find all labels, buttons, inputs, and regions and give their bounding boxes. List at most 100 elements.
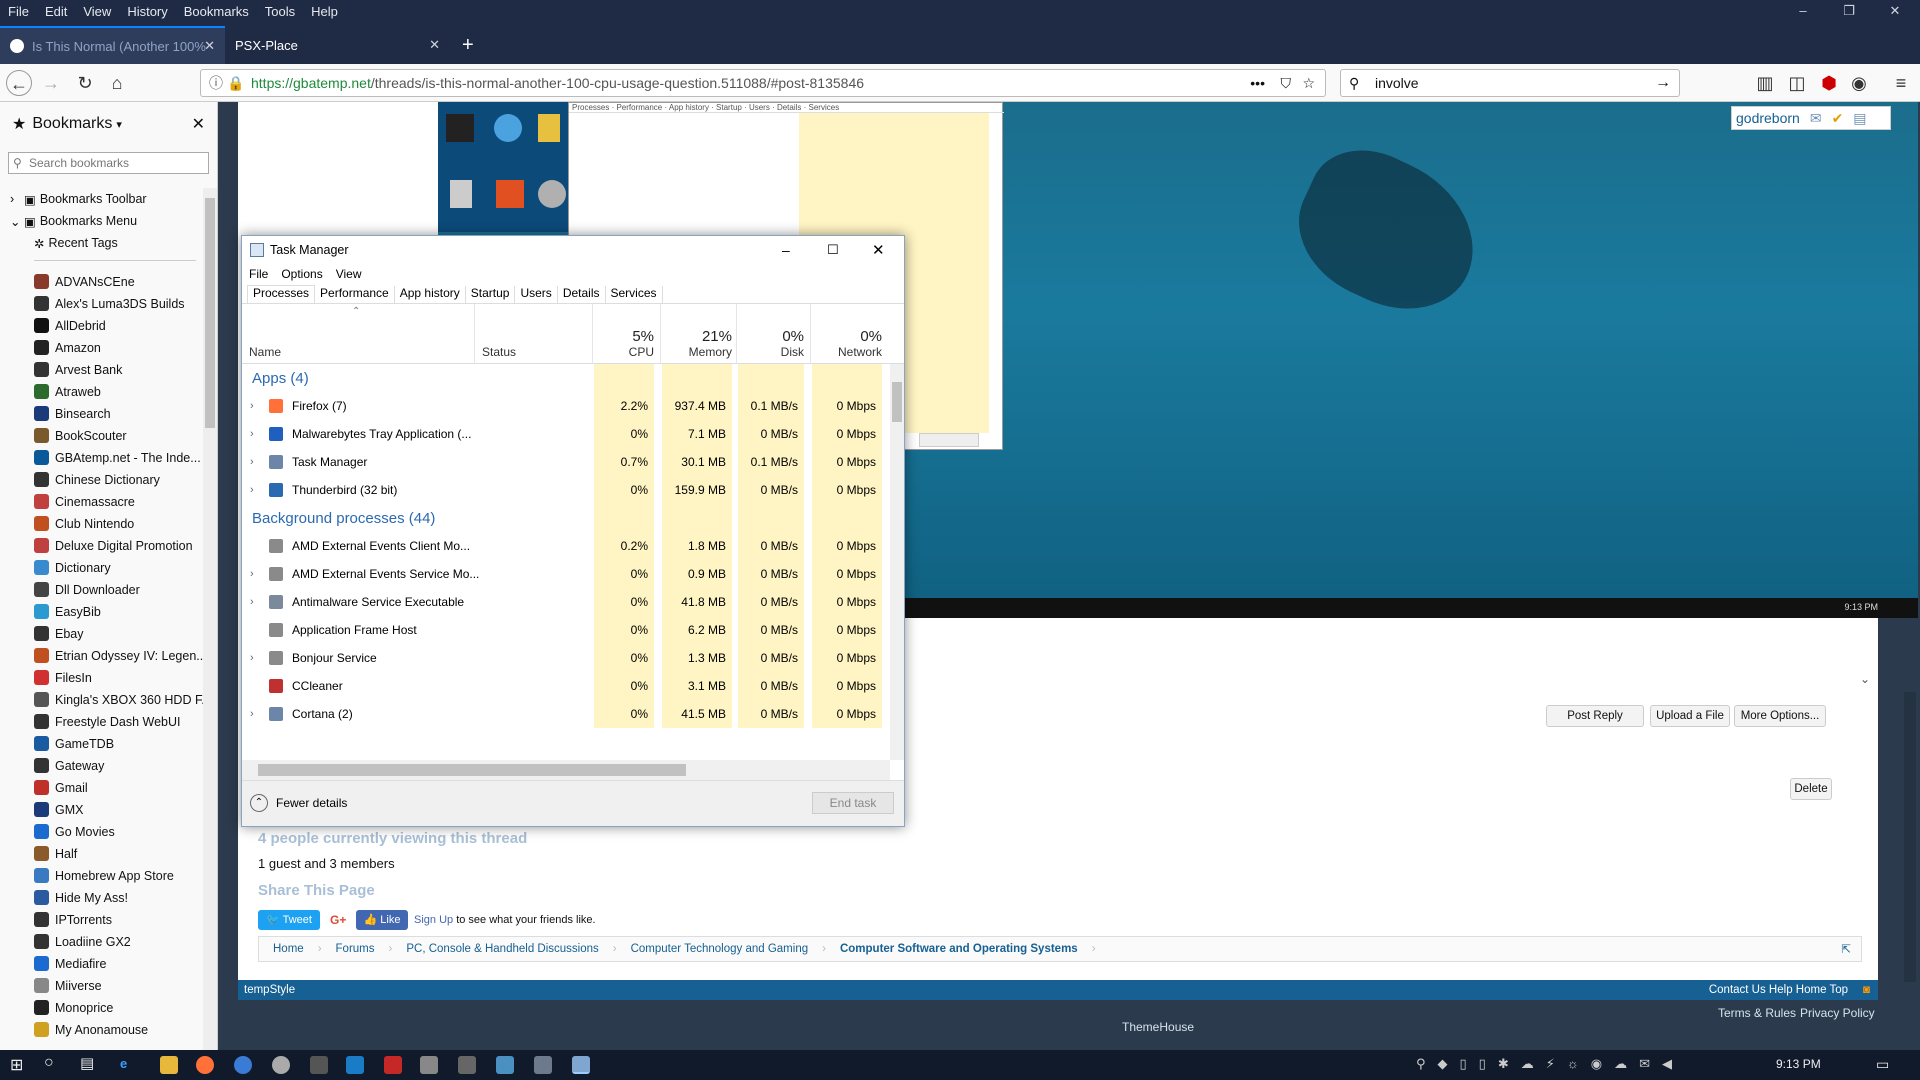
task-manager-taskbar-icon[interactable] (572, 1056, 590, 1074)
hamburger-menu-icon[interactable]: ≡ (1888, 70, 1914, 96)
process-row[interactable]: AMD External Events Client Mo... 0.2% 1.8 … (242, 532, 888, 560)
breadcrumb-software-os[interactable]: Computer Software and Operating Systems (826, 943, 1092, 955)
bookmark-item[interactable]: Gateway (0, 755, 204, 777)
tab-users[interactable]: Users (515, 286, 558, 303)
bookmark-item[interactable]: Gmail (0, 777, 204, 799)
style-chooser[interactable]: tempStyle (244, 984, 295, 996)
tab-services[interactable]: Services (606, 286, 663, 303)
vertical-scrollbar[interactable] (890, 364, 904, 760)
apps-group-header[interactable]: Apps (4) (242, 364, 888, 392)
forward-icon[interactable]: → (38, 70, 64, 96)
info-icon[interactable]: ⓘ (209, 73, 223, 93)
close-icon[interactable]: ✕ (1872, 0, 1918, 22)
chevron-right-icon[interactable]: › (250, 652, 254, 664)
reload-icon[interactable]: ↻ (72, 70, 98, 96)
tab-gbatemp[interactable]: Is This Normal (Another 100% ✕ (0, 26, 225, 64)
bookmark-item[interactable]: Etrian Odyssey IV: Legen... (0, 645, 204, 667)
bookmark-item[interactable]: Ebay (0, 623, 204, 645)
chevron-up-icon[interactable]: ⌃ (250, 794, 268, 812)
footer-links[interactable]: Contact Us Help Home Top (1709, 980, 1848, 1000)
menu-tools[interactable]: Tools (257, 4, 303, 19)
scroll-thumb[interactable] (892, 382, 902, 422)
scroll-thumb[interactable] (258, 764, 686, 776)
bookmark-item[interactable]: Club Nintendo (0, 513, 204, 535)
breadcrumb-home[interactable]: Home (259, 943, 318, 955)
process-row[interactable]: › Bonjour Service 0% 1.3 MB 0 MB/s 0 Mbps (242, 644, 888, 672)
folder-recent-tags[interactable]: ✲ Recent Tags (0, 232, 204, 254)
bookmark-item[interactable]: AllDebrid (0, 315, 204, 337)
windows-start-icon[interactable]: ⊞ (10, 1055, 23, 1075)
bookmark-item[interactable]: ADVANsCEne (0, 271, 204, 293)
bookmark-item[interactable]: Kingla's XBOX 360 HDD F... (0, 689, 204, 711)
menu-view[interactable]: View (336, 267, 362, 281)
desktop-icon[interactable] (534, 1056, 552, 1074)
breadcrumb-forums[interactable]: Forums (322, 943, 389, 955)
col-name[interactable]: Name (249, 345, 281, 359)
bookmark-item[interactable]: Binsearch (0, 403, 204, 425)
tab-processes[interactable]: Processes (247, 285, 316, 303)
process-row[interactable]: › Firefox (7) 2.2% 937.4 MB 0.1 MB/s 0 Mbps (242, 392, 888, 420)
thunderbird-icon[interactable] (234, 1056, 252, 1074)
bookmark-item[interactable]: Cinemassacre (0, 491, 204, 513)
task-manager-titlebar[interactable]: Task Manager – ☐ ✕ (242, 236, 904, 264)
close-icon[interactable]: ✕ (192, 114, 205, 134)
fewer-details-link[interactable]: Fewer details (276, 796, 347, 810)
bookmark-item[interactable]: Freestyle Dash WebUI (0, 711, 204, 733)
process-row[interactable]: › Task Manager 0.7% 30.1 MB 0.1 MB/s 0 Mbps (242, 448, 888, 476)
col-network[interactable]: Network (812, 345, 882, 359)
breadcrumb-pc-console[interactable]: PC, Console & Handheld Discussions (392, 943, 612, 955)
new-tab-button[interactable]: + (452, 26, 482, 64)
bookmark-item[interactable]: BookScouter (0, 425, 204, 447)
close-icon[interactable]: ✕ (429, 37, 440, 53)
folder-bookmarks-menu[interactable]: ⌄ ▣ Bookmarks Menu (0, 210, 204, 232)
chevron-right-icon[interactable]: › (250, 708, 254, 720)
menu-history[interactable]: History (119, 4, 175, 19)
google-plus-icon[interactable]: G+ (330, 910, 350, 930)
chevron-right-icon[interactable]: › (250, 400, 254, 412)
app-icon[interactable] (272, 1056, 290, 1074)
clock[interactable]: 9:13 PM (1776, 1057, 1821, 1071)
adblock-icon[interactable]: ⬢ (1816, 70, 1842, 96)
restore-icon[interactable]: ❐ (1826, 0, 1872, 22)
chevron-right-icon[interactable]: › (250, 484, 254, 496)
rss-icon[interactable]: ◙ (1863, 980, 1870, 1000)
bookmark-item[interactable]: Amazon (0, 337, 204, 359)
menu-edit[interactable]: Edit (37, 4, 75, 19)
bookmark-item[interactable]: Homebrew App Store (0, 865, 204, 887)
filezilla-icon[interactable] (384, 1056, 402, 1074)
bookmark-item[interactable]: GBAtemp.net - The Inde... (0, 447, 204, 469)
close-icon[interactable]: ✕ (872, 241, 885, 259)
bookmark-item[interactable]: Mediafire (0, 953, 204, 975)
firefox-icon[interactable] (196, 1056, 214, 1074)
bookmark-item[interactable]: Monoprice (0, 997, 204, 1019)
edge-icon[interactable]: e (120, 1056, 138, 1074)
breadcrumb-computer-tech[interactable]: Computer Technology and Gaming (617, 943, 823, 955)
menu-help[interactable]: Help (303, 4, 346, 19)
process-row[interactable]: › AMD External Events Service Mo... 0% 0.9 … (242, 560, 888, 588)
menu-file[interactable]: File (249, 267, 268, 281)
delete-button[interactable]: Delete (1790, 778, 1832, 800)
address-bar[interactable]: ⓘ 🔒 https://gbatemp.net/threads/is-this-… (200, 69, 1326, 97)
bookmark-item[interactable]: Go Movies (0, 821, 204, 843)
bookmark-item[interactable]: Hide My Ass! (0, 887, 204, 909)
user-box[interactable]: godreborn ✉ ✔ ▤ (1731, 106, 1891, 130)
pocket-icon[interactable]: ⛉ (1281, 75, 1292, 92)
bookmark-item[interactable]: GMX (0, 799, 204, 821)
menu-file[interactable]: File (0, 4, 37, 19)
bookmark-item[interactable]: Arvest Bank (0, 359, 204, 381)
tab-app-history[interactable]: App history (395, 286, 466, 303)
bookmark-item[interactable]: EasyBib (0, 601, 204, 623)
search-input[interactable]: ⚲ involve → (1340, 69, 1680, 97)
col-status[interactable]: Status (482, 345, 516, 359)
col-memory[interactable]: Memory (662, 345, 732, 359)
alerts-icon[interactable]: ✔ (1832, 110, 1844, 127)
bookmark-item[interactable]: GameTDB (0, 733, 204, 755)
like-button[interactable]: 👍 Like (356, 910, 408, 930)
search-icon[interactable]: ○ (44, 1054, 54, 1072)
bookmark-item[interactable]: Alex's Luma3DS Builds (0, 293, 204, 315)
privacy-link[interactable]: Privacy Policy (1800, 1006, 1875, 1020)
file-explorer-icon[interactable] (160, 1056, 178, 1074)
more-actions-icon[interactable]: ••• (1250, 75, 1265, 91)
tab-performance[interactable]: Performance (315, 286, 395, 303)
menu-bookmarks[interactable]: Bookmarks (176, 4, 257, 19)
